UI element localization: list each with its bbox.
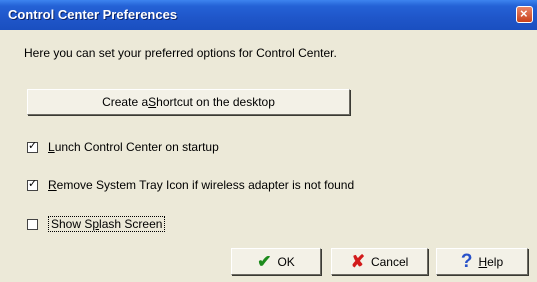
check-mark-icon: ✓ xyxy=(28,139,38,152)
help-button[interactable]: ? Help xyxy=(436,248,528,275)
option-show-splash-screen[interactable]: Show Splash Screen xyxy=(27,216,166,232)
help-question-icon: ? xyxy=(460,251,473,272)
close-button[interactable]: × xyxy=(516,6,533,23)
cancel-button[interactable]: ✘ Cancel xyxy=(331,248,428,275)
create-shortcut-button[interactable]: Create a Shortcut on the desktop xyxy=(27,89,350,115)
option-launch-on-startup[interactable]: ✓ Lunch Control Center on startup xyxy=(27,140,219,154)
launch-on-startup-checkbox[interactable]: ✓ xyxy=(27,139,38,153)
ok-label: OK xyxy=(277,254,295,269)
remove-tray-icon-label: Remove System Tray Icon if wireless adap… xyxy=(48,178,355,192)
remove-tray-icon-checkbox[interactable]: ✓ xyxy=(27,177,38,191)
ok-button[interactable]: ✔ OK xyxy=(231,248,321,275)
cancel-label: Cancel xyxy=(370,254,409,269)
checkmark-icon: ✔ xyxy=(257,252,272,271)
title-bar[interactable]: Control Center Preferences × xyxy=(0,0,537,30)
show-splash-screen-checkbox[interactable] xyxy=(27,218,38,230)
check-mark-icon: ✓ xyxy=(28,177,38,190)
shortcut-label-accel: S xyxy=(148,95,157,109)
help-label: Help xyxy=(478,254,504,269)
description-text: Here you can set your preferred options … xyxy=(24,46,337,60)
window-title: Control Center Preferences xyxy=(8,7,178,22)
launch-on-startup-label: Lunch Control Center on startup xyxy=(48,140,219,154)
shortcut-label-prefix: Create a xyxy=(102,95,149,109)
close-icon: × xyxy=(520,6,528,21)
option-remove-tray-icon[interactable]: ✓ Remove System Tray Icon if wireless ad… xyxy=(27,178,354,192)
show-splash-screen-label: Show Splash Screen xyxy=(48,216,166,232)
cancel-x-icon: ✘ xyxy=(350,252,365,271)
shortcut-label-rest: hortcut on the desktop xyxy=(156,95,275,109)
